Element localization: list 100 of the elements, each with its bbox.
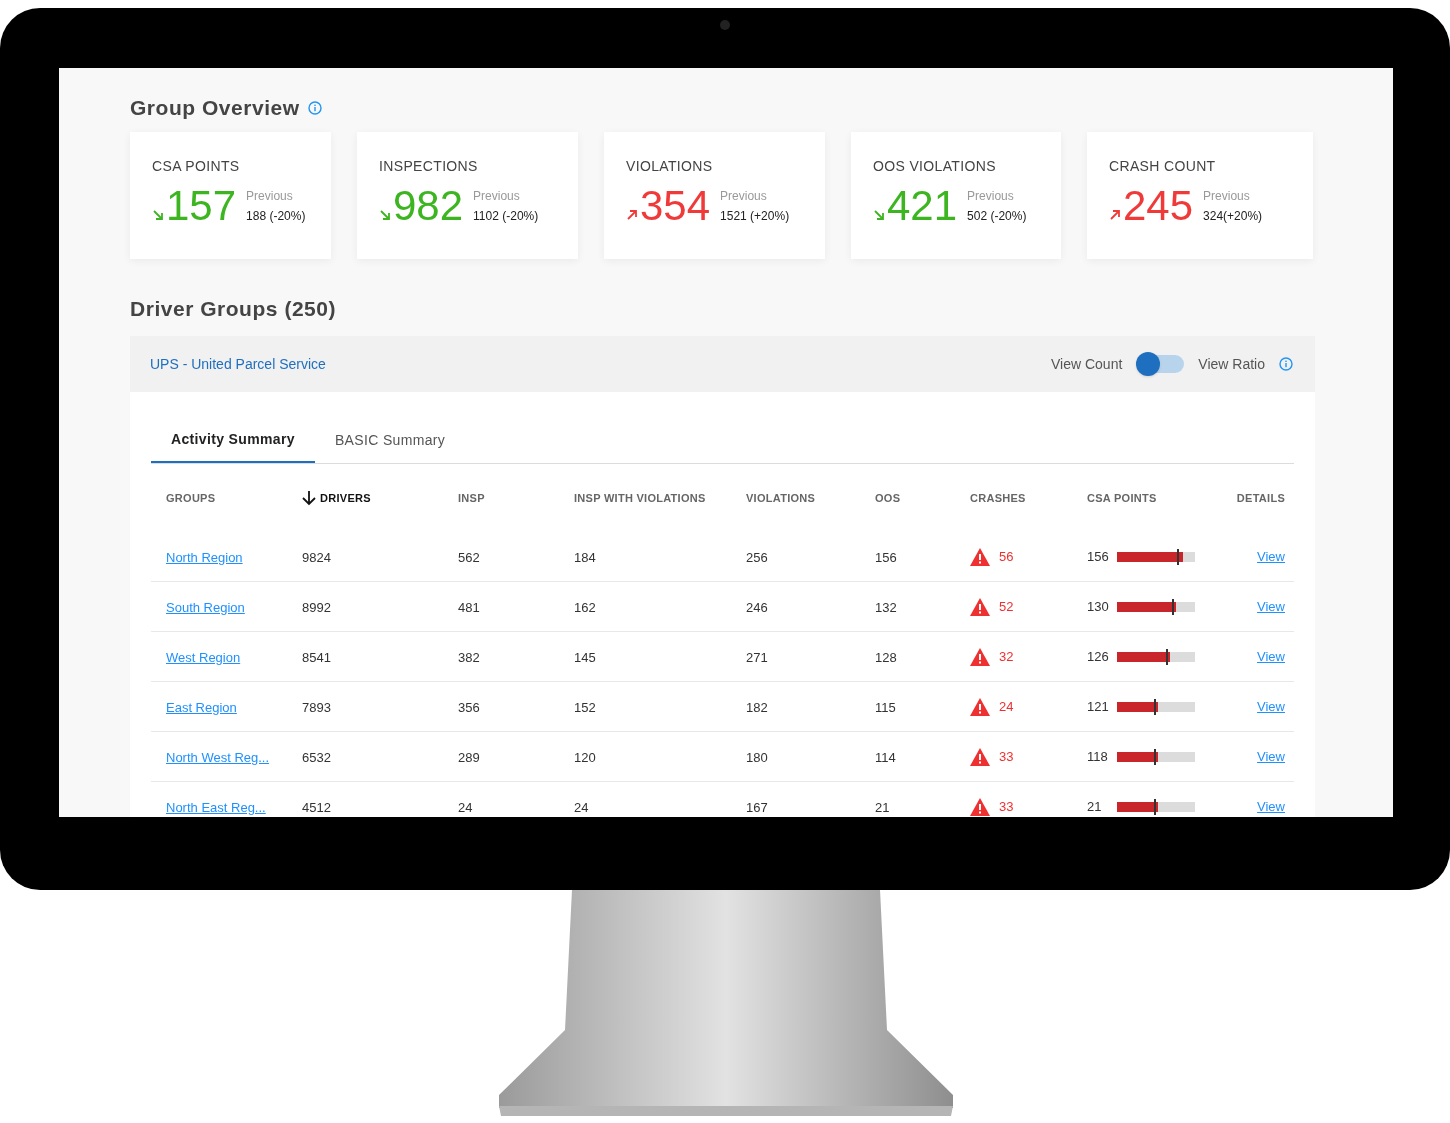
column-header[interactable]: CRASHES [970,489,1026,507]
threshold-marker [1154,799,1157,815]
table-cell: 271 [746,649,768,665]
crash-count: 24 [999,697,1014,716]
warning-icon [970,647,990,666]
tab[interactable]: BASIC Summary [314,417,466,463]
warning-icon [970,747,990,766]
table-cell: 246 [746,599,768,615]
group-link[interactable]: North Region [166,549,243,565]
table-cell: 115 [875,699,896,715]
table-cell: 180 [746,749,768,765]
crash-count: 52 [999,597,1014,616]
table-cell: 4512 [302,800,331,815]
table-cell: 128 [875,649,897,665]
tab[interactable]: Activity Summary [151,417,315,463]
table-cell: 182 [746,699,768,715]
column-header[interactable]: INSP [458,489,485,507]
column-header[interactable]: OOS [875,489,901,507]
toggle-label: View Ratio [1198,354,1265,374]
table-cell: 256 [746,549,768,565]
card-value: 354 [640,184,711,227]
column-header[interactable]: CSA POINTS [1087,489,1157,507]
crash-count: 33 [999,747,1014,766]
column-header[interactable]: DRIVERS [320,489,371,507]
warning-icon [970,597,990,616]
warning-icon [970,547,990,566]
table-cell: 184 [574,549,596,565]
threshold-marker [1165,648,1168,665]
section-title: Group Overview [130,95,300,121]
previous-value: 1102 (-20%) [473,207,539,225]
table-cell: 8541 [302,649,331,665]
column-header[interactable]: VIOLATIONS [746,489,816,507]
card-value: 982 [393,184,464,227]
table-cell-text: 130 [1087,597,1109,616]
view-link[interactable]: View [1257,797,1285,817]
crash-count: 33 [999,798,1014,817]
view-link[interactable]: View [1257,546,1285,567]
group-link[interactable]: East Region [166,699,237,715]
table-cell-text: 156 [1087,547,1109,566]
group-link[interactable]: North East Reg... [166,800,266,815]
threshold-marker [1171,598,1174,615]
card-value: 421 [887,184,958,227]
section-title: Driver Groups (250) [130,295,338,322]
table-cell: 120 [574,749,596,765]
card-label: INSPECTIONS [379,156,479,176]
toggle-label: View Count [1051,354,1123,374]
crash-count: 56 [999,547,1014,566]
table-cell-text: 121 [1087,697,1109,716]
crash-count: 32 [999,647,1014,666]
warning-icon [970,697,990,716]
table-cell: 481 [458,599,480,615]
table-cell-text: 21 [1087,798,1103,817]
table-cell: 162 [574,599,596,615]
table-cell: 132 [875,599,897,615]
column-header[interactable]: INSP WITH VIOLATIONS [574,489,706,507]
info-icon[interactable] [307,100,322,115]
table-cell: 9824 [302,549,331,565]
table-cell: 7893 [302,699,331,715]
group-link[interactable]: West Region [166,649,241,665]
card-label: CRASH COUNT [1109,156,1217,176]
table-cell: 8992 [302,599,331,615]
table-cell: 152 [574,699,596,715]
card-label: VIOLATIONS [626,156,714,176]
sort-down-arrow-icon [302,490,316,506]
table-cell-text: 126 [1087,647,1109,666]
camera-icon [720,20,730,30]
table-cell: 289 [458,749,480,765]
table-cell: 382 [458,649,480,665]
card-value: 157 [166,184,237,227]
view-toggle[interactable] [1136,352,1185,376]
previous-label: Previous [1203,187,1251,205]
table-cell: 562 [458,549,480,565]
threshold-marker [1177,548,1180,565]
threshold-marker [1154,698,1157,715]
table-cell-text: 118 [1087,747,1109,766]
card-label: OOS VIOLATIONS [873,156,997,176]
table-cell: 156 [875,549,897,565]
previous-value: 1521 (+20%) [720,207,790,225]
column-header[interactable]: DETAILS [1236,489,1285,507]
info-icon[interactable] [1279,357,1293,371]
card-label: CSA POINTS [152,156,241,176]
previous-value: 188 (-20%) [246,207,306,225]
table-cell: 6532 [302,749,331,765]
previous-value: 324(+20%) [1203,207,1263,225]
view-link[interactable]: View [1257,646,1285,667]
previous-value: 502 (-20%) [967,207,1027,225]
threshold-marker [1154,748,1157,765]
group-link[interactable]: North West Reg... [166,749,270,765]
table-cell: 21 [875,800,890,815]
view-link[interactable]: View [1257,596,1285,617]
table-cell: 24 [574,800,589,815]
previous-label: Previous [967,187,1015,205]
previous-label: Previous [473,187,521,205]
column-header[interactable]: GROUPS [166,489,216,507]
card-value: 245 [1123,184,1194,227]
table-cell: 114 [875,749,896,765]
view-link[interactable]: View [1257,696,1285,717]
table-cell: 167 [746,800,768,815]
group-link[interactable]: South Region [166,599,245,615]
view-link[interactable]: View [1257,746,1285,767]
